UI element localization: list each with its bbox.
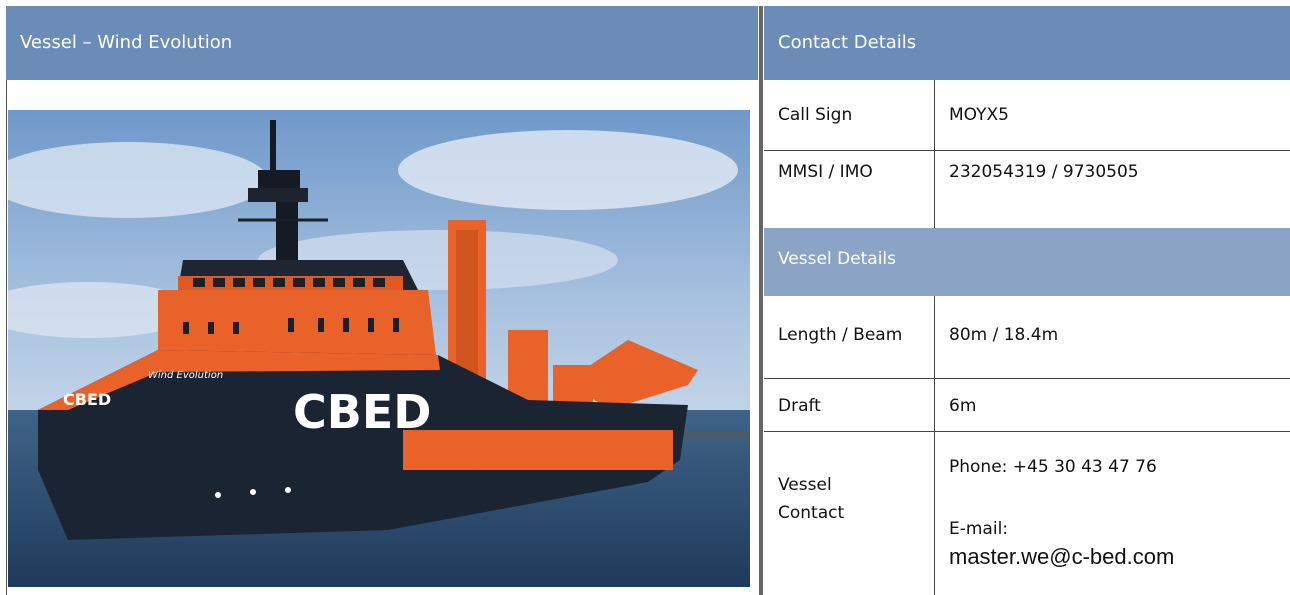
hull-logo: CBED [293, 385, 431, 439]
mmsi-value: 232054319 / 9730505 [949, 162, 1139, 182]
hull-name: Wind Evolution [148, 370, 223, 381]
mmsi-row: MMSI / IMO 232054319 / 9730505 [764, 151, 1290, 228]
draft-row: Draft 6m [764, 379, 1290, 432]
call-sign-value: MOYX5 [949, 105, 1009, 125]
call-sign-row: Call Sign MOYX5 [764, 80, 1290, 151]
vessel-details-title: Vessel Details [778, 249, 897, 269]
contact-header: Contact Details [764, 6, 1290, 80]
draft-value: 6m [949, 396, 977, 416]
bow-logo: CBED [63, 390, 111, 409]
vessel-contact-label-2: Contact [778, 503, 845, 523]
vessel-email-link[interactable]: master.we@c-bed.com [949, 544, 1174, 570]
length-value: 80m / 18.4m [949, 325, 1059, 345]
vessel-contact-label-1: Vessel [778, 475, 832, 495]
vessel-photo: CBED Wind Evolution CBED Offshore Experi… [8, 110, 750, 587]
vessel-phone: Phone: +45 30 43 47 76 [949, 457, 1157, 477]
length-label: Length / Beam [778, 325, 903, 345]
draft-label: Draft [778, 396, 821, 416]
vessel-details-header: Vessel Details [764, 228, 1290, 296]
vessel-title: Vessel – Wind Evolution [20, 32, 233, 53]
vessel-email-label: E-mail: [949, 519, 1009, 539]
mmsi-label: MMSI / IMO [778, 162, 873, 182]
vessel-header: Vessel – Wind Evolution [6, 6, 758, 80]
contact-details-title: Contact Details [778, 32, 917, 53]
vessel-contact-row: Vessel Contact Phone: +45 30 43 47 76 E-… [764, 432, 1290, 595]
call-sign-label: Call Sign [778, 105, 853, 125]
column-divider [759, 6, 763, 595]
length-row: Length / Beam 80m / 18.4m [764, 296, 1290, 379]
left-border [6, 80, 7, 595]
